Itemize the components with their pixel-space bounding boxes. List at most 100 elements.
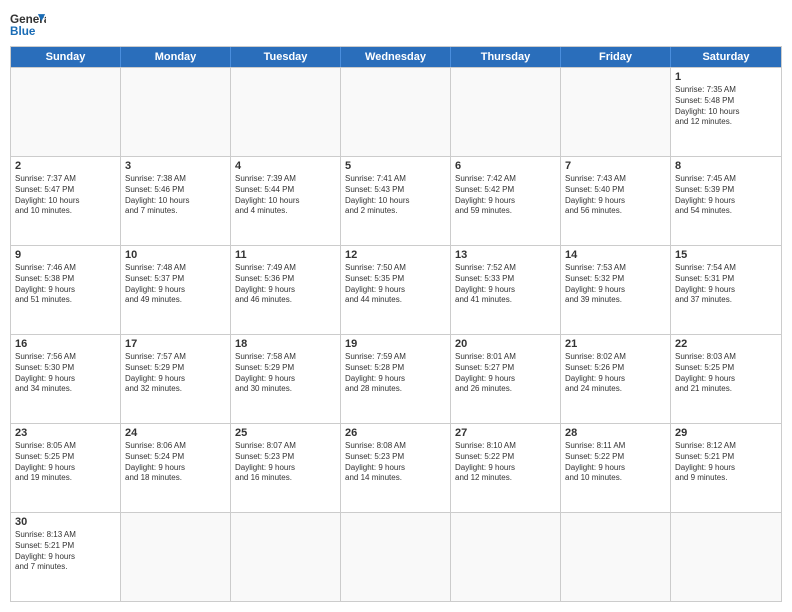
- cell-info: Sunrise: 8:13 AM Sunset: 5:21 PM Dayligh…: [15, 530, 116, 573]
- cell-info: Sunrise: 7:39 AM Sunset: 5:44 PM Dayligh…: [235, 174, 336, 217]
- cell-info: Sunrise: 8:11 AM Sunset: 5:22 PM Dayligh…: [565, 441, 666, 484]
- day-number: 11: [235, 249, 336, 261]
- day-number: 6: [455, 160, 556, 172]
- calendar-cell: 28 Sunrise: 8:11 AM Sunset: 5:22 PM Dayli…: [561, 424, 671, 512]
- cell-info: Sunrise: 7:59 AM Sunset: 5:28 PM Dayligh…: [345, 352, 446, 395]
- calendar-week-3: 9 Sunrise: 7:46 AM Sunset: 5:38 PM Daylig…: [11, 245, 781, 334]
- page: General Blue SundayMondayTuesdayWednesda…: [0, 0, 792, 612]
- calendar-cell: [451, 68, 561, 156]
- calendar-cell: 10 Sunrise: 7:48 AM Sunset: 5:37 PM Dayli…: [121, 246, 231, 334]
- day-number: 8: [675, 160, 777, 172]
- cell-info: Sunrise: 7:54 AM Sunset: 5:31 PM Dayligh…: [675, 263, 777, 306]
- calendar-cell: [341, 513, 451, 601]
- cell-info: Sunrise: 8:05 AM Sunset: 5:25 PM Dayligh…: [15, 441, 116, 484]
- calendar-cell: 21Sunrise: 8:02 AM Sunset: 5:26 PM Dayli…: [561, 335, 671, 423]
- cell-info: Sunrise: 7:50 AM Sunset: 5:35 PM Dayligh…: [345, 263, 446, 306]
- svg-text:Blue: Blue: [10, 25, 36, 38]
- cell-info: Sunrise: 8:10 AM Sunset: 5:22 PM Dayligh…: [455, 441, 556, 484]
- calendar-cell: [231, 513, 341, 601]
- cell-info: Sunrise: 7:56 AM Sunset: 5:30 PM Dayligh…: [15, 352, 116, 395]
- calendar-cell: 19 Sunrise: 7:59 AM Sunset: 5:28 PM Dayli…: [341, 335, 451, 423]
- calendar-cell: 4 Sunrise: 7:39 AM Sunset: 5:44 PM Daylig…: [231, 157, 341, 245]
- day-number: 17: [125, 338, 226, 350]
- day-number: 15: [675, 249, 777, 261]
- day-header-saturday: Saturday: [671, 47, 781, 67]
- day-number: 13: [455, 249, 556, 261]
- day-header-sunday: Sunday: [11, 47, 121, 67]
- cell-info: Sunrise: 7:46 AM Sunset: 5:38 PM Dayligh…: [15, 263, 116, 306]
- day-header-friday: Friday: [561, 47, 671, 67]
- cell-info: Sunrise: 8:08 AM Sunset: 5:23 PM Dayligh…: [345, 441, 446, 484]
- day-number: 16: [15, 338, 116, 350]
- cell-info: Sunrise: 7:37 AM Sunset: 5:47 PM Dayligh…: [15, 174, 116, 217]
- calendar-cell: 14Sunrise: 7:53 AM Sunset: 5:32 PM Dayli…: [561, 246, 671, 334]
- calendar-header: SundayMondayTuesdayWednesdayThursdayFrid…: [11, 47, 781, 67]
- calendar-cell: 11 Sunrise: 7:49 AM Sunset: 5:36 PM Dayli…: [231, 246, 341, 334]
- cell-info: Sunrise: 7:42 AM Sunset: 5:42 PM Dayligh…: [455, 174, 556, 217]
- day-number: 9: [15, 249, 116, 261]
- calendar-week-4: 16 Sunrise: 7:56 AM Sunset: 5:30 PM Dayli…: [11, 334, 781, 423]
- calendar-cell: [231, 68, 341, 156]
- day-header-tuesday: Tuesday: [231, 47, 341, 67]
- calendar-cell: 25 Sunrise: 8:07 AM Sunset: 5:23 PM Dayli…: [231, 424, 341, 512]
- calendar-cell: [451, 513, 561, 601]
- calendar-cell: 30Sunrise: 8:13 AM Sunset: 5:21 PM Dayli…: [11, 513, 121, 601]
- calendar-cell: 6 Sunrise: 7:42 AM Sunset: 5:42 PM Daylig…: [451, 157, 561, 245]
- day-number: 2: [15, 160, 116, 172]
- cell-info: Sunrise: 7:48 AM Sunset: 5:37 PM Dayligh…: [125, 263, 226, 306]
- cell-info: Sunrise: 7:38 AM Sunset: 5:46 PM Dayligh…: [125, 174, 226, 217]
- day-number: 26: [345, 427, 446, 439]
- day-number: 24: [125, 427, 226, 439]
- cell-info: Sunrise: 8:01 AM Sunset: 5:27 PM Dayligh…: [455, 352, 556, 395]
- day-number: 25: [235, 427, 336, 439]
- calendar-week-5: 23 Sunrise: 8:05 AM Sunset: 5:25 PM Dayli…: [11, 423, 781, 512]
- calendar-cell: 23 Sunrise: 8:05 AM Sunset: 5:25 PM Dayli…: [11, 424, 121, 512]
- calendar-cell: 1Sunrise: 7:35 AM Sunset: 5:48 PM Daylig…: [671, 68, 781, 156]
- cell-info: Sunrise: 8:07 AM Sunset: 5:23 PM Dayligh…: [235, 441, 336, 484]
- logo: General Blue: [10, 10, 46, 38]
- calendar-cell: [121, 513, 231, 601]
- day-number: 4: [235, 160, 336, 172]
- day-number: 19: [345, 338, 446, 350]
- day-header-wednesday: Wednesday: [341, 47, 451, 67]
- calendar-cell: 20 Sunrise: 8:01 AM Sunset: 5:27 PM Dayli…: [451, 335, 561, 423]
- calendar-cell: 2 Sunrise: 7:37 AM Sunset: 5:47 PM Daylig…: [11, 157, 121, 245]
- cell-info: Sunrise: 7:41 AM Sunset: 5:43 PM Dayligh…: [345, 174, 446, 217]
- calendar-cell: 12 Sunrise: 7:50 AM Sunset: 5:35 PM Dayli…: [341, 246, 451, 334]
- cell-info: Sunrise: 7:35 AM Sunset: 5:48 PM Dayligh…: [675, 85, 777, 128]
- calendar-cell: 18 Sunrise: 7:58 AM Sunset: 5:29 PM Dayli…: [231, 335, 341, 423]
- calendar-cell: 17Sunrise: 7:57 AM Sunset: 5:29 PM Dayli…: [121, 335, 231, 423]
- calendar-cell: 13 Sunrise: 7:52 AM Sunset: 5:33 PM Dayli…: [451, 246, 561, 334]
- calendar-cell: 24Sunrise: 8:06 AM Sunset: 5:24 PM Dayli…: [121, 424, 231, 512]
- calendar-cell: 15 Sunrise: 7:54 AM Sunset: 5:31 PM Dayli…: [671, 246, 781, 334]
- cell-info: Sunrise: 7:58 AM Sunset: 5:29 PM Dayligh…: [235, 352, 336, 395]
- calendar-cell: 8 Sunrise: 7:45 AM Sunset: 5:39 PM Daylig…: [671, 157, 781, 245]
- day-number: 7: [565, 160, 666, 172]
- day-number: 20: [455, 338, 556, 350]
- calendar-cell: 26 Sunrise: 8:08 AM Sunset: 5:23 PM Dayli…: [341, 424, 451, 512]
- day-number: 28: [565, 427, 666, 439]
- day-number: 18: [235, 338, 336, 350]
- calendar-cell: 29Sunrise: 8:12 AM Sunset: 5:21 PM Dayli…: [671, 424, 781, 512]
- header: General Blue: [10, 10, 782, 38]
- calendar-week-6: 30Sunrise: 8:13 AM Sunset: 5:21 PM Dayli…: [11, 512, 781, 601]
- calendar-cell: 5Sunrise: 7:41 AM Sunset: 5:43 PM Daylig…: [341, 157, 451, 245]
- day-header-monday: Monday: [121, 47, 231, 67]
- calendar-cell: 7 Sunrise: 7:43 AM Sunset: 5:40 PM Daylig…: [561, 157, 671, 245]
- cell-info: Sunrise: 7:45 AM Sunset: 5:39 PM Dayligh…: [675, 174, 777, 217]
- cell-info: Sunrise: 7:52 AM Sunset: 5:33 PM Dayligh…: [455, 263, 556, 306]
- day-number: 29: [675, 427, 777, 439]
- calendar-cell: [121, 68, 231, 156]
- calendar: SundayMondayTuesdayWednesdayThursdayFrid…: [10, 46, 782, 602]
- cell-info: Sunrise: 7:53 AM Sunset: 5:32 PM Dayligh…: [565, 263, 666, 306]
- calendar-cell: 9 Sunrise: 7:46 AM Sunset: 5:38 PM Daylig…: [11, 246, 121, 334]
- cell-info: Sunrise: 7:49 AM Sunset: 5:36 PM Dayligh…: [235, 263, 336, 306]
- day-number: 12: [345, 249, 446, 261]
- day-number: 23: [15, 427, 116, 439]
- day-number: 10: [125, 249, 226, 261]
- day-number: 3: [125, 160, 226, 172]
- cell-info: Sunrise: 7:43 AM Sunset: 5:40 PM Dayligh…: [565, 174, 666, 217]
- calendar-cell: 3 Sunrise: 7:38 AM Sunset: 5:46 PM Daylig…: [121, 157, 231, 245]
- calendar-cell: [671, 513, 781, 601]
- calendar-week-2: 2 Sunrise: 7:37 AM Sunset: 5:47 PM Daylig…: [11, 156, 781, 245]
